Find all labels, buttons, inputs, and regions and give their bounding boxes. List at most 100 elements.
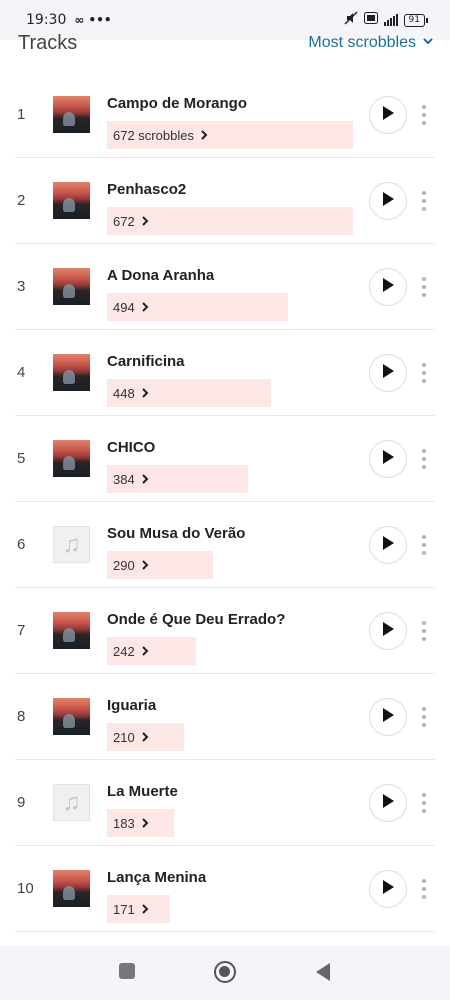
battery-icon: 91: [403, 13, 428, 27]
scrobble-bar[interactable]: 171: [107, 895, 170, 923]
track-name[interactable]: A Dona Aranha: [107, 267, 214, 284]
play-icon: [381, 621, 395, 642]
chevron-right-icon: [141, 816, 149, 831]
play-button[interactable]: [369, 698, 407, 736]
play-icon: [381, 707, 395, 728]
scrobble-bar[interactable]: 672 scrobbles: [107, 121, 353, 149]
play-icon: [381, 793, 395, 814]
track-rank: 2: [17, 192, 26, 209]
music-note-icon: ♫: [53, 784, 90, 821]
scrobble-bar[interactable]: 384: [107, 465, 248, 493]
track-name[interactable]: Iguaria: [107, 697, 156, 714]
track-row[interactable]: 3 A Dona Aranha 494: [0, 244, 450, 330]
chevron-down-icon: [422, 34, 434, 52]
track-rank: 1: [17, 106, 26, 123]
track-row[interactable]: 4 Carnificina 448: [0, 330, 450, 416]
track-name[interactable]: Onde é Que Deu Errado?: [107, 611, 285, 628]
track-name[interactable]: Campo de Morango: [107, 95, 247, 112]
track-name[interactable]: Lança Menina: [107, 869, 206, 886]
play-icon: [381, 879, 395, 900]
track-row[interactable]: 6 ♫ Sou Musa do Verão 290: [0, 502, 450, 588]
volte-icon: [363, 12, 378, 28]
sort-dropdown[interactable]: Most scrobbles: [308, 34, 434, 52]
chevron-right-icon: [141, 300, 149, 315]
back-button[interactable]: [316, 963, 330, 981]
album-art: [53, 96, 90, 133]
track-row[interactable]: 1 Campo de Morango 672 scrobbles: [0, 72, 450, 158]
track-row[interactable]: 9 ♫ La Muerte 183: [0, 760, 450, 846]
play-button[interactable]: [369, 440, 407, 478]
more-options-button[interactable]: [416, 191, 432, 211]
track-row[interactable]: 10 Lança Menina 171: [0, 846, 450, 932]
play-button[interactable]: [369, 784, 407, 822]
play-icon: [381, 191, 395, 212]
track-rank: 4: [17, 364, 26, 381]
play-button[interactable]: [369, 612, 407, 650]
more-options-button[interactable]: [416, 621, 432, 641]
album-art: [53, 870, 90, 907]
album-art: [53, 440, 90, 477]
play-icon: [381, 105, 395, 126]
scrobble-bar[interactable]: 448: [107, 379, 271, 407]
album-art: [53, 182, 90, 219]
more-vertical-icon: [422, 707, 426, 711]
track-row[interactable]: 2 Penhasco2 672: [0, 158, 450, 244]
play-button[interactable]: [369, 870, 407, 908]
more-options-button[interactable]: [416, 879, 432, 899]
chevron-right-icon: [141, 472, 149, 487]
more-vertical-icon: [422, 191, 426, 195]
track-name[interactable]: CHICO: [107, 439, 155, 456]
more-vertical-icon: [422, 277, 426, 281]
album-art: [53, 268, 90, 305]
music-note-icon: ♫: [53, 526, 90, 563]
play-icon: [381, 277, 395, 298]
status-time: 19:30: [26, 12, 67, 28]
track-row[interactable]: 7 Onde é Que Deu Errado? 242: [0, 588, 450, 674]
scrobble-count: 672: [113, 214, 135, 229]
scrobble-bar[interactable]: 494: [107, 293, 288, 321]
track-name[interactable]: Carnificina: [107, 353, 185, 370]
scrobble-count: 384: [113, 472, 135, 487]
play-button[interactable]: [369, 526, 407, 564]
scrobble-count: 210: [113, 730, 135, 745]
signal-icon: [383, 14, 398, 26]
more-options-button[interactable]: [416, 105, 432, 125]
play-button[interactable]: [369, 182, 407, 220]
play-icon: [381, 449, 395, 470]
track-rank: 8: [17, 708, 26, 725]
play-button[interactable]: [369, 354, 407, 392]
album-art: [53, 698, 90, 735]
more-options-button[interactable]: [416, 535, 432, 555]
tracks-header: Tracks Most scrobbles: [0, 28, 450, 60]
more-vertical-icon: [422, 621, 426, 625]
home-button[interactable]: [214, 961, 236, 983]
battery-level: 91: [403, 13, 425, 27]
track-name[interactable]: La Muerte: [107, 783, 178, 800]
more-vertical-icon: [422, 879, 426, 883]
recents-button[interactable]: [119, 963, 135, 979]
track-name[interactable]: Penhasco2: [107, 181, 186, 198]
scrobble-count: 448: [113, 386, 135, 401]
more-options-button[interactable]: [416, 449, 432, 469]
track-row[interactable]: 8 Iguaria 210: [0, 674, 450, 760]
chevron-right-icon: [141, 902, 149, 917]
track-row[interactable]: 5 CHICO 384: [0, 416, 450, 502]
play-button[interactable]: [369, 268, 407, 306]
track-name[interactable]: Sou Musa do Verão: [107, 525, 245, 542]
track-list: 1 Campo de Morango 672 scrobbles 2 Penhasco2…: [0, 72, 450, 932]
scrobble-bar[interactable]: 242: [107, 637, 196, 665]
more-options-button[interactable]: [416, 277, 432, 297]
track-rank: 6: [17, 536, 26, 553]
scrobble-bar[interactable]: 290: [107, 551, 213, 579]
scrobble-bar[interactable]: 672: [107, 207, 353, 235]
scrobble-bar[interactable]: 183: [107, 809, 174, 837]
chevron-right-icon: [141, 644, 149, 659]
play-button[interactable]: [369, 96, 407, 134]
scrobble-count: 290: [113, 558, 135, 573]
more-options-button[interactable]: [416, 363, 432, 383]
status-indicators: 91: [344, 11, 428, 29]
more-options-button[interactable]: [416, 793, 432, 813]
scrobble-bar[interactable]: 210: [107, 723, 184, 751]
more-options-button[interactable]: [416, 707, 432, 727]
album-art: [53, 612, 90, 649]
